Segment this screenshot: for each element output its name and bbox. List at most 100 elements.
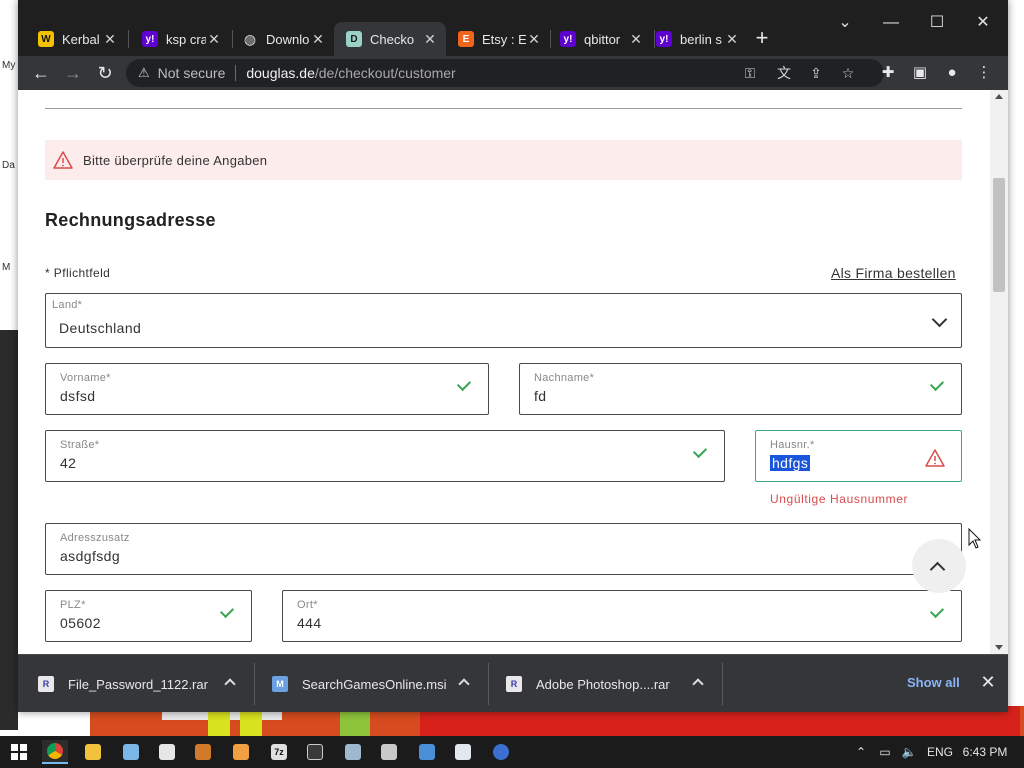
section-title: Rechnungsadresse [45,210,216,230]
close-download-bar-icon[interactable]: ✕ [978,671,998,693]
key-icon[interactable]: ⚿ [740,64,760,82]
tab-kerbal[interactable]: W Kerbal ✕ [26,22,126,56]
desktop-label[interactable]: Da [2,160,15,171]
taskbar-file-explorer[interactable] [80,740,106,764]
address-extra-label: Adresszusatz [60,532,130,544]
desktop-label[interactable]: My [2,60,15,71]
taskbar-app[interactable] [228,740,254,764]
mouse-cursor-icon [968,528,982,549]
yahoo-favicon-icon: y! [560,31,576,47]
tray-overflow-icon[interactable]: ⌃ [852,736,870,768]
profile-avatar-icon[interactable]: ● [939,60,965,86]
taskbar-app[interactable] [376,740,402,764]
tab-title: Downlo [266,31,310,47]
chevron-up-icon[interactable] [458,678,470,690]
tab-berlin[interactable]: y! berlin s ✕ [644,22,748,56]
extensions-puzzle-icon[interactable]: ✚ [875,60,901,86]
country-value: Deutschland [59,320,142,336]
required-field-note: * Pflichtfeld [45,266,111,280]
order-as-company-link[interactable]: Als Firma bestellen [831,265,956,281]
close-tab-icon[interactable]: ✕ [310,31,326,48]
street-label: Straße* [60,439,100,451]
app-icon [233,744,249,760]
image-viewer-icon [159,744,175,760]
error-banner: Bitte überprüfe deine Angaben [45,140,962,180]
taskbar-7zip[interactable]: 7z [266,740,292,764]
tab-title: berlin s [680,31,722,47]
close-tab-icon[interactable]: ✕ [628,31,644,48]
tab-ksp-crash[interactable]: y! ksp cra ✕ [130,22,230,56]
taskbar-app[interactable] [488,740,514,764]
city-field[interactable]: Ort* 444 [282,590,962,642]
douglas-favicon-icon: D [346,31,362,47]
translate-icon[interactable]: 文 [774,64,794,82]
download-filename: Adobe Photoshop....rar [536,676,670,692]
volume-icon[interactable]: 🔈 [898,736,920,768]
close-tab-icon[interactable]: ✕ [102,31,118,48]
new-tab-button[interactable]: + [748,24,776,52]
taskbar-app[interactable] [190,740,216,764]
chevron-up-icon[interactable] [692,678,704,690]
taskbar-app[interactable] [450,740,476,764]
warning-triangle-icon[interactable]: ⚠ [138,65,150,81]
house-number-value: hdfgs [770,455,811,471]
tab-download[interactable]: ◍ Downlo ✕ [230,22,334,56]
back-button[interactable]: ← [28,60,54,86]
tab-checkout[interactable]: D Checko ✕ [334,22,446,56]
scroll-down-arrow-icon[interactable] [995,645,1003,650]
taskbar-notepad[interactable] [118,740,144,764]
tab-search-button[interactable]: ⌄ [822,8,868,38]
security-label[interactable]: Not secure [158,65,226,81]
taskbar-app[interactable] [302,740,328,764]
scrollbar-thumb[interactable] [993,178,1005,292]
app-icon [493,744,509,760]
more-menu-icon[interactable]: ⋮ [971,60,997,86]
warning-triangle-icon [925,449,945,467]
language-indicator[interactable]: ENG [924,736,956,768]
tab-qbittorrent[interactable]: y! qbittor ✕ [548,22,652,56]
share-icon[interactable]: ⇪ [806,64,826,82]
forward-button[interactable]: → [60,60,86,86]
download-item[interactable]: R File_Password_1122.rar [38,655,244,713]
desktop-label[interactable]: M [2,262,10,273]
close-tab-icon[interactable]: ✕ [526,31,542,48]
taskbar-app[interactable] [340,740,366,764]
taskbar-app[interactable] [414,740,440,764]
start-button[interactable] [6,740,32,764]
download-item[interactable]: R Adobe Photoshop....rar [506,655,712,713]
minimize-button[interactable]: — [868,8,914,38]
taskbar-photos[interactable] [154,740,180,764]
clock[interactable]: 6:43 PM [960,736,1010,768]
postal-code-field[interactable]: PLZ* 05602 [45,590,252,642]
chevron-up-icon[interactable] [224,678,236,690]
tab-etsy[interactable]: E Etsy : E ✕ [446,22,550,56]
last-name-field[interactable]: Nachname* fd [519,363,962,415]
maximize-button[interactable]: ☐ [914,8,960,38]
scroll-up-arrow-icon[interactable] [995,94,1003,99]
page-scrollbar[interactable] [990,90,1008,654]
close-window-button[interactable]: ✕ [960,8,1006,38]
tab-title: ksp cra [166,31,206,47]
side-panel-icon[interactable]: ▣ [907,60,933,86]
address-extra-value: asdgfsdg [60,548,121,564]
yahoo-favicon-icon: y! [142,31,158,47]
address-extra-field[interactable]: Adresszusatz asdgfsdg [45,523,962,575]
close-tab-icon[interactable]: ✕ [206,31,222,48]
tab-title: Kerbal [62,31,100,47]
address-bar[interactable]: ⚠ Not secure douglas.de/de/checkout/cust… [126,59,884,87]
house-number-field[interactable]: Hausnr.* hdfgs [755,430,962,482]
first-name-field[interactable]: Vorname* dsfsd [45,363,489,415]
show-all-downloads-button[interactable]: Show all [907,675,960,690]
country-select[interactable]: Land* Deutschland [45,293,962,348]
tab-title: Etsy : E [482,31,526,47]
street-field[interactable]: Straße* 42 [45,430,725,482]
scroll-to-top-button[interactable] [912,539,966,593]
download-item[interactable]: M SearchGamesOnline.msi [272,655,478,713]
close-tab-icon[interactable]: ✕ [724,31,740,48]
close-tab-icon[interactable]: ✕ [422,31,438,48]
bookmark-star-icon[interactable]: ☆ [838,64,858,82]
city-value: 444 [297,615,322,631]
network-icon[interactable]: ▭ [874,736,896,768]
reload-button[interactable]: ↻ [92,60,118,86]
taskbar-chrome[interactable] [42,740,68,764]
